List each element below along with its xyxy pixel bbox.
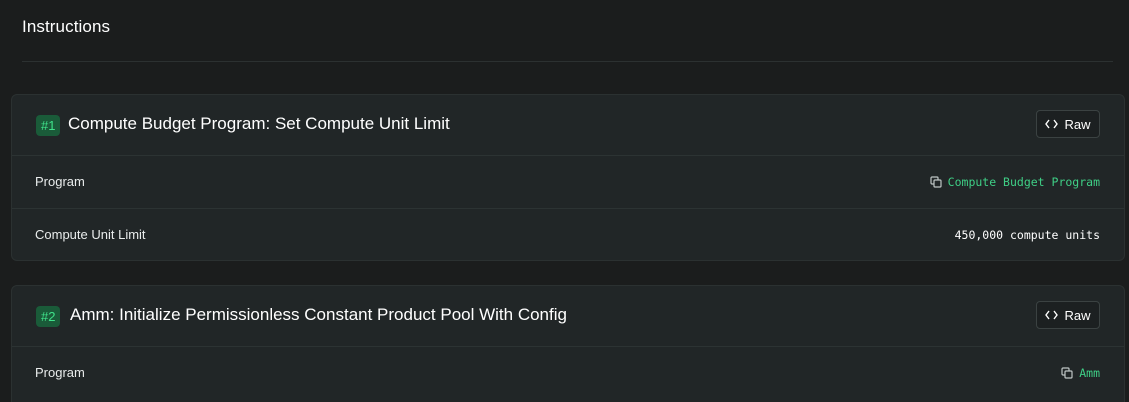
program-link[interactable]: Amm: [1061, 366, 1100, 380]
copy-icon[interactable]: [930, 176, 942, 188]
program-name[interactable]: Compute Budget Program: [948, 175, 1100, 189]
copy-icon[interactable]: [1061, 367, 1073, 379]
row-label: Program: [35, 174, 85, 189]
raw-button-label: Raw: [1064, 307, 1091, 323]
instruction-row-program: Program Amm: [12, 347, 1124, 400]
raw-button-label: Raw: [1064, 116, 1091, 132]
instruction-card-1: #1 Compute Budget Program: Set Compute U…: [11, 94, 1125, 261]
section-divider: [22, 61, 1113, 62]
raw-button[interactable]: Raw: [1036, 301, 1100, 329]
compute-unit-limit-value: 450,000 compute units: [954, 228, 1100, 242]
program-name[interactable]: Amm: [1079, 366, 1100, 380]
section-title: Instructions: [22, 17, 111, 36]
instructions-page: Instructions #1 Compute Budget Program: …: [0, 0, 1129, 402]
code-brackets-icon: [1045, 310, 1059, 320]
raw-button[interactable]: Raw: [1036, 110, 1100, 138]
instruction-header: #2 Amm: Initialize Permissionless Consta…: [12, 286, 1124, 347]
instruction-index-badge: #1: [36, 115, 61, 136]
instruction-title: Amm: Initialize Permissionless Constant …: [70, 305, 567, 324]
row-label: Program: [35, 365, 85, 380]
instruction-row-program: Program Compute Budget Program: [12, 156, 1124, 209]
instruction-index-badge: #2: [36, 306, 61, 327]
instruction-card-2: #2 Amm: Initialize Permissionless Consta…: [11, 285, 1125, 402]
row-label: Compute Unit Limit: [35, 227, 146, 242]
instruction-header: #1 Compute Budget Program: Set Compute U…: [12, 95, 1124, 156]
instruction-title: Compute Budget Program: Set Compute Unit…: [68, 114, 450, 133]
program-link[interactable]: Compute Budget Program: [930, 175, 1100, 189]
instruction-row-compute-unit-limit: Compute Unit Limit 450,000 compute units: [12, 209, 1124, 260]
code-brackets-icon: [1045, 119, 1059, 129]
